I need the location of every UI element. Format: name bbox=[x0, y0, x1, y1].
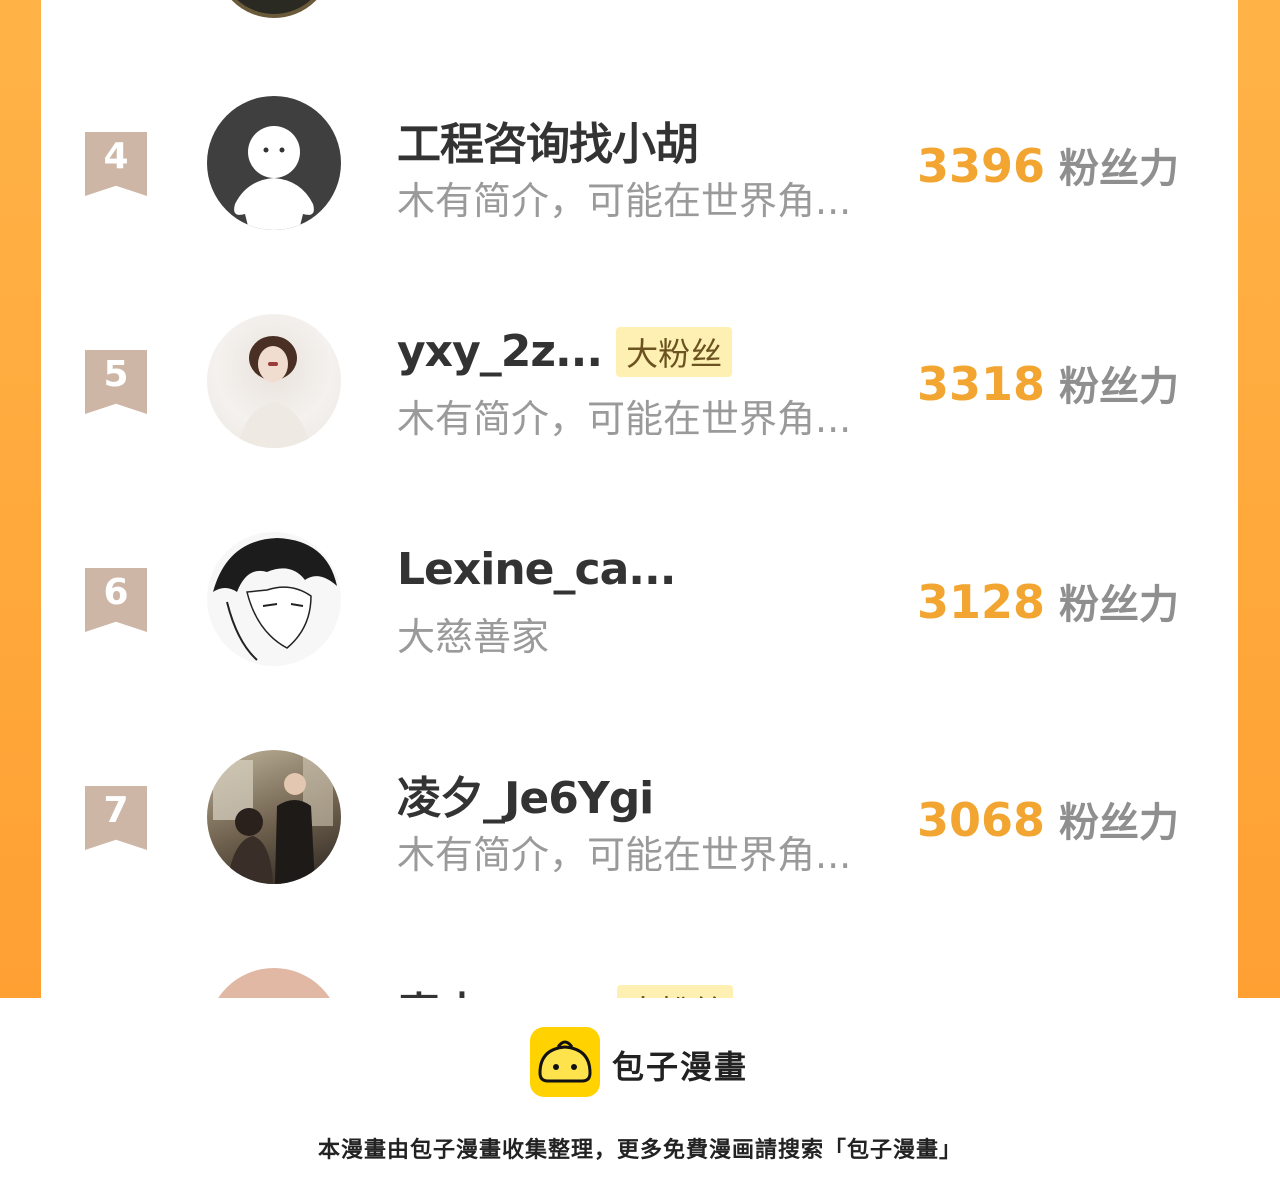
user-name[interactable]: 麦本 bbox=[397, 978, 484, 998]
ranking-panel: 4 工程咨询找小胡 木有简介，可能在世界角... 3396 粉丝力 5 yxy_… bbox=[41, 0, 1238, 998]
rank-badge: 7 bbox=[85, 786, 147, 850]
list-item[interactable]: 5 yxy_2z... 大粉丝 木有简介，可能在世界角... 3318 粉丝力 bbox=[41, 306, 1238, 456]
avatar[interactable] bbox=[207, 968, 341, 998]
user-name[interactable]: Lexine_ca... bbox=[397, 544, 676, 595]
user-name[interactable]: yxy_2z... bbox=[397, 326, 603, 377]
list-item[interactable]: 4 工程咨询找小胡 木有简介，可能在世界角... 3396 粉丝力 bbox=[41, 88, 1238, 238]
fan-power-score: 3318 bbox=[917, 357, 1046, 411]
fan-power-score: 3128 bbox=[917, 575, 1046, 629]
logo-text: 包子漫畫 bbox=[612, 1048, 749, 1086]
user-name[interactable]: 凌夕_Je6Ygi bbox=[397, 762, 654, 826]
user-bio: 木有简介，可能在世界角... bbox=[397, 179, 852, 223]
status-badge: 大粉丝 bbox=[617, 985, 734, 998]
fan-power-score: 3396 bbox=[917, 139, 1046, 193]
list-item[interactable]: 6 Lexine_ca... 大慈善家 3128 粉丝力 bbox=[41, 524, 1238, 674]
avatar[interactable] bbox=[207, 750, 341, 884]
user-name[interactable]: 工程咨询找小胡 bbox=[397, 108, 699, 172]
avatar[interactable] bbox=[207, 314, 341, 448]
fan-power-unit: 粉丝力 bbox=[1059, 582, 1180, 628]
footer-note: 本漫畫由包子漫畫收集整理，更多免費漫画請搜索「包子漫畫」 bbox=[317, 1138, 962, 1163]
bun-logo-icon bbox=[530, 1027, 600, 1097]
fan-power-unit: 粉丝力 bbox=[1059, 800, 1180, 846]
rank-badge: 4 bbox=[85, 132, 147, 196]
fan-power-unit: 粉丝力 bbox=[1059, 146, 1180, 192]
user-bio: 大慈善家 bbox=[397, 615, 550, 659]
user-bio: 木有简介，可能在世界角... bbox=[397, 397, 852, 441]
avatar[interactable] bbox=[207, 532, 341, 666]
avatar-photo-couple bbox=[213, 756, 333, 884]
avatar-manga-man bbox=[213, 538, 337, 661]
footer: 包子漫畫 本漫畫由包子漫畫收集整理，更多免費漫画請搜索「包子漫畫」 bbox=[0, 998, 1280, 1199]
list-item-partial[interactable]: 麦本 大粉丝 bbox=[41, 960, 1238, 998]
rank-badge: 6 bbox=[85, 568, 147, 632]
default-user-icon bbox=[234, 126, 314, 230]
avatar-partial-top bbox=[215, 0, 333, 18]
list-item[interactable]: 7 凌夕_Je6Ygi 木有简介，可能在世界角... 3068 粉丝力 bbox=[41, 742, 1238, 892]
status-badge: 大粉丝 bbox=[616, 326, 733, 377]
rank-badge: 5 bbox=[85, 350, 147, 414]
ranking-frame: 4 工程咨询找小胡 木有简介，可能在世界角... 3396 粉丝力 5 yxy_… bbox=[0, 0, 1280, 998]
avatar[interactable] bbox=[207, 96, 341, 230]
user-bio: 木有简介，可能在世界角... bbox=[397, 833, 852, 877]
fan-power-score: 3068 bbox=[917, 793, 1046, 847]
avatar-photo-woman bbox=[237, 336, 311, 448]
fan-power-unit: 粉丝力 bbox=[1059, 364, 1180, 410]
